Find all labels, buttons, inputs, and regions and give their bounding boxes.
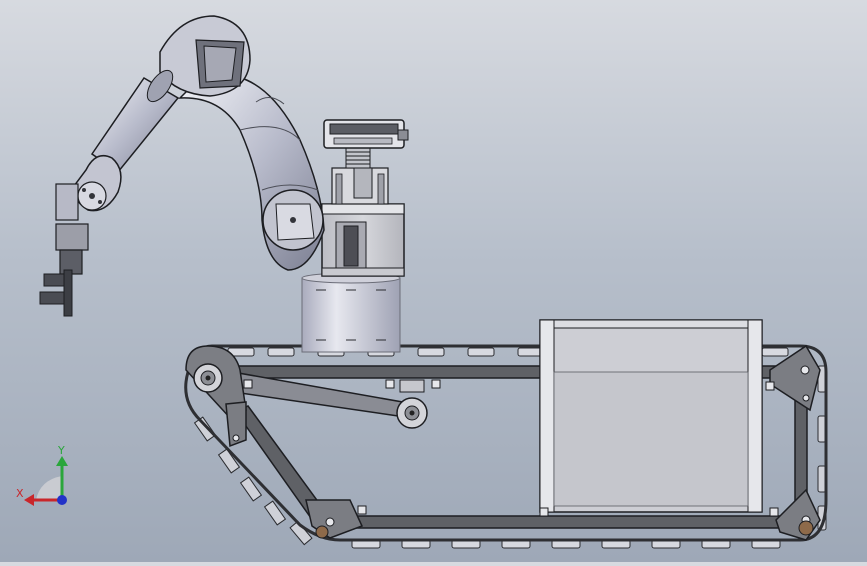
cad-viewport[interactable]: X Y (0, 0, 867, 562)
drive-sprocket[interactable] (193, 363, 223, 393)
camera-mount[interactable] (331, 147, 389, 205)
gripper[interactable] (39, 223, 89, 317)
coordinate-triad: X Y (16, 444, 68, 506)
shoulder-joint[interactable] (262, 189, 324, 251)
elbow-joint[interactable] (159, 15, 251, 97)
wrist-joint[interactable] (55, 155, 122, 221)
arm-base-column[interactable] (301, 272, 401, 353)
joint-housing-box[interactable] (321, 203, 405, 277)
model-canvas[interactable]: X Y (0, 0, 867, 562)
idler-wheel-left[interactable] (315, 525, 329, 539)
battery-box[interactable] (539, 319, 763, 513)
bracket-small (399, 379, 425, 393)
camera-sensor[interactable] (323, 119, 409, 149)
tension-wheel[interactable] (396, 397, 428, 429)
tracked-chassis[interactable] (184, 319, 828, 549)
z-axis-dot (57, 495, 67, 505)
y-axis-arrowhead (56, 456, 68, 466)
idler-wheel-right[interactable] (798, 520, 814, 536)
y-axis-label: Y (57, 444, 65, 457)
x-axis-label: X (16, 487, 24, 500)
x-axis-arrowhead (24, 494, 34, 506)
